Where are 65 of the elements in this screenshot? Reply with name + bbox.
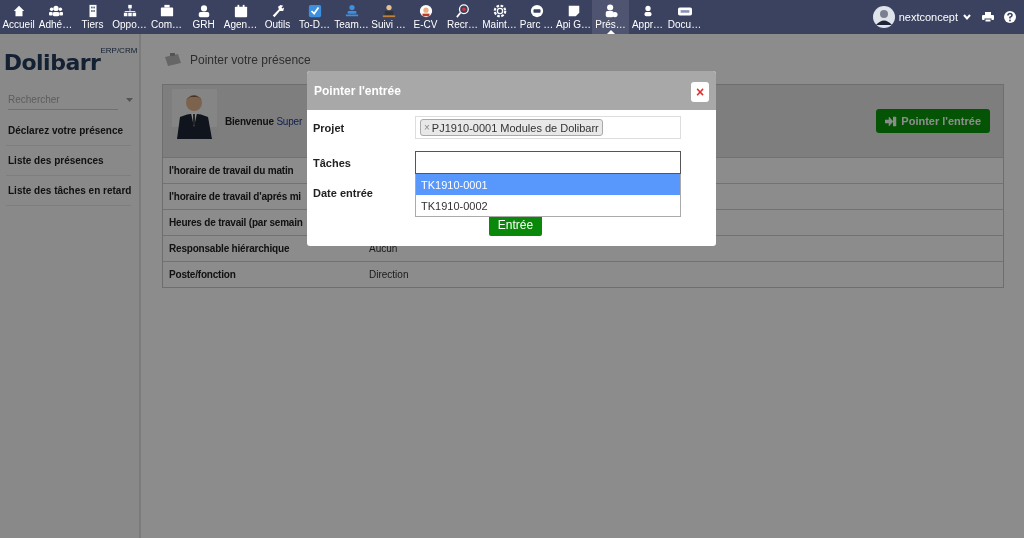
user-avatar[interactable] xyxy=(872,6,895,28)
page-title: Pointer votre présence xyxy=(190,53,311,67)
people-icon xyxy=(48,4,63,18)
menu-item[interactable]: Parc … xyxy=(518,0,555,34)
menu-item[interactable]: Recr… xyxy=(444,0,481,34)
menu-item[interactable]: Api G… xyxy=(555,0,592,34)
person-clock-icon xyxy=(603,4,618,18)
help-icon[interactable] xyxy=(1004,11,1016,23)
magnifier-icon xyxy=(455,4,470,18)
briefcase-icon xyxy=(159,4,174,18)
sidebar-item[interactable]: Liste des tâches en retard xyxy=(6,176,131,206)
row-value: Direction xyxy=(369,269,409,280)
logo[interactable]: Dolibarr xyxy=(3,50,101,75)
sitemap-icon xyxy=(122,4,137,18)
person-icon xyxy=(196,4,211,18)
note-icon xyxy=(566,4,581,18)
menu-item[interactable]: Appr… xyxy=(629,0,666,34)
menu-item[interactable]: GRH xyxy=(185,0,222,34)
menu-item[interactable]: Com… xyxy=(148,0,185,34)
menu-item[interactable]: Prés… xyxy=(592,0,629,34)
project-tag[interactable]: × PJ1910-0001 Modules de Dolibarr xyxy=(420,119,603,136)
sidebar-item[interactable]: Déclarez votre présence xyxy=(6,116,131,146)
menu-item[interactable]: E-CV xyxy=(407,0,444,34)
menu-item[interactable]: Agen… xyxy=(222,0,259,34)
field-label: Tâches xyxy=(313,156,352,169)
row-label: l'horaire de travail d'aprés mi xyxy=(169,191,301,202)
field-label: Date entrée xyxy=(313,186,374,199)
gear-icon xyxy=(492,4,507,18)
menu-item[interactable]: Docu… xyxy=(666,0,703,34)
row-label: Responsable hiérarchique xyxy=(169,243,290,254)
avatar-icon xyxy=(418,4,433,18)
menu-item[interactable]: Adhé… xyxy=(37,0,74,34)
briefcase-icon xyxy=(164,52,182,68)
menu-item[interactable]: Team… xyxy=(333,0,370,34)
circle-icon xyxy=(529,4,544,18)
chevron-down-icon[interactable] xyxy=(962,12,972,22)
dialog-title: Pointer l'entrée xyxy=(314,83,401,98)
calendar-icon xyxy=(233,4,248,18)
team-icon xyxy=(344,4,359,18)
sign-in-icon xyxy=(885,115,898,127)
menu-item[interactable]: Tiers xyxy=(74,0,111,34)
row-label: l'horaire de travail du matin xyxy=(169,165,294,176)
dropdown-option[interactable]: TK1910-0002 xyxy=(416,195,680,216)
menu-item[interactable]: Suivi … xyxy=(370,0,407,34)
logo-tagline: ERP/CRM xyxy=(100,46,138,55)
row-label: Poste/fonction xyxy=(169,269,236,280)
row-label: Heures de travail (par semain xyxy=(169,217,303,228)
welcome-text: Bienvenue Super xyxy=(225,115,303,127)
wrench-icon xyxy=(270,4,285,18)
menu-item[interactable]: Maint… xyxy=(481,0,518,34)
person-icon xyxy=(381,4,396,18)
print-icon[interactable] xyxy=(982,11,994,23)
checkbox-icon xyxy=(307,4,322,18)
menu-item[interactable]: Outils xyxy=(259,0,296,34)
menu-item[interactable]: Accueil xyxy=(0,0,37,34)
menu-item[interactable]: To-D… xyxy=(296,0,333,34)
close-button[interactable]: × xyxy=(691,81,709,102)
user-name[interactable]: nextconcept xyxy=(898,11,958,23)
sidebar-item[interactable]: Liste des présences xyxy=(6,146,131,176)
row-value: Aucun xyxy=(369,243,398,254)
menu-item[interactable]: Oppo… xyxy=(111,0,148,34)
house-icon xyxy=(11,4,26,18)
project-field[interactable]: × PJ1910-0001 Modules de Dolibarr xyxy=(415,116,681,139)
task-search-field[interactable] xyxy=(415,151,681,174)
field-label: Projet xyxy=(313,121,346,134)
